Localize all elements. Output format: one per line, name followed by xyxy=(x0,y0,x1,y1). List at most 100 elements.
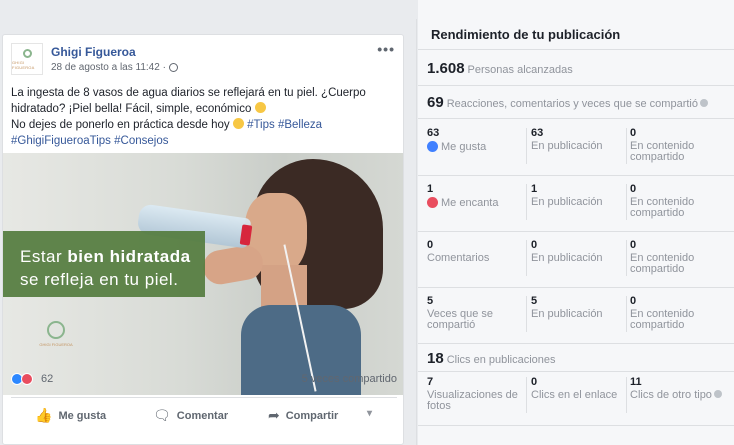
reach-stat: 1.608 Personas alcanzadas xyxy=(427,60,573,77)
reaction-count[interactable]: 62 xyxy=(41,373,53,385)
image-arm xyxy=(200,243,266,287)
likes-count: 63 xyxy=(427,127,440,139)
info-icon[interactable] xyxy=(713,390,722,398)
loves-label: Me encanta xyxy=(441,197,499,209)
comments-on-post-cell: 0 En publicación xyxy=(531,240,626,264)
smile-emoji-icon xyxy=(232,118,244,129)
likes-on-post-label: En publicación xyxy=(531,140,603,152)
loves-on-post-cell: 1 En publicación xyxy=(531,184,626,208)
post-text-line1: La ingesta de 8 vasos de agua diarios se… xyxy=(11,87,366,99)
share-button[interactable]: ➦ Compartir xyxy=(268,407,338,424)
photo-views-label: Visualizaciones de fotos xyxy=(427,389,518,412)
post-meta: 28 de agosto a las 11:42 · xyxy=(51,62,178,73)
like-mini-icon xyxy=(427,141,438,152)
info-icon[interactable] xyxy=(699,99,708,107)
more-options-icon[interactable]: ••• xyxy=(377,41,395,57)
loves-on-shares-count: 0 xyxy=(630,183,637,195)
comments-on-shares-cell: 0 En contenido compartido xyxy=(630,240,725,275)
shares-on-post-count: 5 xyxy=(531,295,538,307)
engagement-label: Reacciones, comentarios y veces que se c… xyxy=(446,98,698,110)
comment-button-label: Comentar xyxy=(176,409,229,422)
comments-label: Comentarios xyxy=(427,252,490,264)
logo-ring-icon xyxy=(22,48,32,58)
bottom-divider xyxy=(418,425,734,426)
loves-on-shares-cell: 0 En contenido compartido xyxy=(630,184,725,219)
hashtag-ghigifigueroatips[interactable]: #GhigiFigueroaTips xyxy=(11,135,111,147)
likes-on-shares-count: 0 xyxy=(630,127,637,139)
author-name[interactable]: Ghigi Figueroa xyxy=(51,45,136,59)
loves-cell: 1 Me encanta xyxy=(427,184,522,209)
link-clicks-label: Clics en el enlace xyxy=(531,389,618,401)
other-clicks-count: 11 xyxy=(630,376,642,388)
page-avatar[interactable]: GHIGI FIGUEROA xyxy=(11,43,43,75)
separator xyxy=(626,184,627,220)
avatar-logo-text: GHIGI FIGUEROA xyxy=(12,59,35,70)
audience-dropdown[interactable]: ▾ xyxy=(367,408,372,419)
post-header: GHIGI FIGUEROA Ghigi Figueroa 28 de agos… xyxy=(3,35,403,79)
image-logo-text: GHIGI FIGUEROA xyxy=(39,342,73,347)
separator xyxy=(526,377,527,413)
loves-count: 1 xyxy=(427,183,434,195)
post-text-line2: hidratado? ¡Piel bella! Fácil, simple, e… xyxy=(11,103,252,115)
loves-on-shares-label: En contenido compartido xyxy=(630,196,695,219)
engagement-stat: 69 Reacciones, comentarios y veces que se… xyxy=(427,94,708,111)
image-caption-line1: Estar bien hidratada xyxy=(20,247,191,267)
comments-cell: 0 Comentarios xyxy=(427,240,522,264)
actions-bar: 👍 Me gusta 🗨 Comentar ➦ Compartir ▾ xyxy=(3,399,403,429)
reach-divider xyxy=(418,85,734,86)
post-card: GHIGI FIGUEROA Ghigi Figueroa 28 de agos… xyxy=(2,34,404,445)
hashtag-belleza[interactable]: #Belleza xyxy=(278,119,322,131)
separator xyxy=(626,128,627,164)
shares-on-shares-count: 0 xyxy=(630,295,637,307)
hashtag-consejos[interactable]: #Consejos xyxy=(114,135,168,147)
row-clicks: 7 Visualizaciones de fotos 0 Clics en el e… xyxy=(418,369,734,425)
panel-divider xyxy=(416,19,417,445)
love-reaction-icon[interactable] xyxy=(21,373,33,385)
comments-on-shares-count: 0 xyxy=(630,239,637,251)
share-count[interactable]: 5 veces compartido xyxy=(302,373,397,385)
link-clicks-cell: 0 Clics en el enlace xyxy=(531,377,626,401)
share-button-label: Compartir xyxy=(285,409,339,422)
hashtag-tips[interactable]: #Tips xyxy=(247,119,275,131)
shares-cell: 5 Veces que se compartió xyxy=(427,296,522,331)
engagement-divider xyxy=(418,118,734,119)
image-logo: GHIGI FIGUEROA xyxy=(33,321,79,347)
likes-label: Me gusta xyxy=(441,141,487,153)
likes-on-post-count: 63 xyxy=(531,127,544,139)
shares-count: 5 xyxy=(427,295,434,307)
love-mini-icon xyxy=(427,197,438,208)
image-caption-1b: bien hidratada xyxy=(67,247,191,266)
row-loves: 1 Me encanta 1 En publicación 0 En contenid… xyxy=(418,176,734,232)
other-clicks-cell: 11 Clics de otro tipo xyxy=(630,377,725,401)
post-text-line3: No dejes de ponerlo en práctica desde ho… xyxy=(11,119,230,131)
engagement-value: 69 xyxy=(427,94,444,111)
separator xyxy=(526,240,527,276)
link-clicks-count: 0 xyxy=(531,376,538,388)
separator xyxy=(626,296,627,332)
image-caption-line2: se refleja en tu piel. xyxy=(20,270,179,289)
separator xyxy=(626,240,627,276)
reactions-bar: 62 5 veces compartido xyxy=(11,372,399,390)
comment-button[interactable]: 🗨 Comentar xyxy=(153,407,228,424)
reach-label: Personas alcanzadas xyxy=(467,64,573,76)
post-date[interactable]: 28 de agosto a las 11:42 · xyxy=(51,62,166,73)
separator xyxy=(526,128,527,164)
separator xyxy=(526,296,527,332)
photo-views-cell: 7 Visualizaciones de fotos xyxy=(427,377,522,412)
row-shares: 5 Veces que se compartió 5 En publicación … xyxy=(418,288,734,344)
globe-icon[interactable] xyxy=(168,63,178,72)
panel-title: Rendimiento de tu publicación xyxy=(431,27,621,42)
like-button[interactable]: 👍 Me gusta xyxy=(35,407,106,424)
likes-on-shares-label: En contenido compartido xyxy=(630,140,695,163)
loves-on-post-label: En publicación xyxy=(531,196,603,208)
comments-on-post-count: 0 xyxy=(531,239,538,251)
shares-on-post-cell: 5 En publicación xyxy=(531,296,626,320)
row-divider xyxy=(418,343,734,344)
post-image[interactable]: Estar bien hidratada se refleja en tu pi… xyxy=(3,153,403,395)
comments-on-shares-label: En contenido compartido xyxy=(630,252,695,275)
title-divider xyxy=(418,49,734,50)
likes-on-shares-cell: 0 En contenido compartido xyxy=(630,128,725,163)
likes-cell: 63 Me gusta xyxy=(427,128,522,153)
shares-on-post-label: En publicación xyxy=(531,308,603,320)
shares-on-shares-cell: 0 En contenido compartido xyxy=(630,296,725,331)
